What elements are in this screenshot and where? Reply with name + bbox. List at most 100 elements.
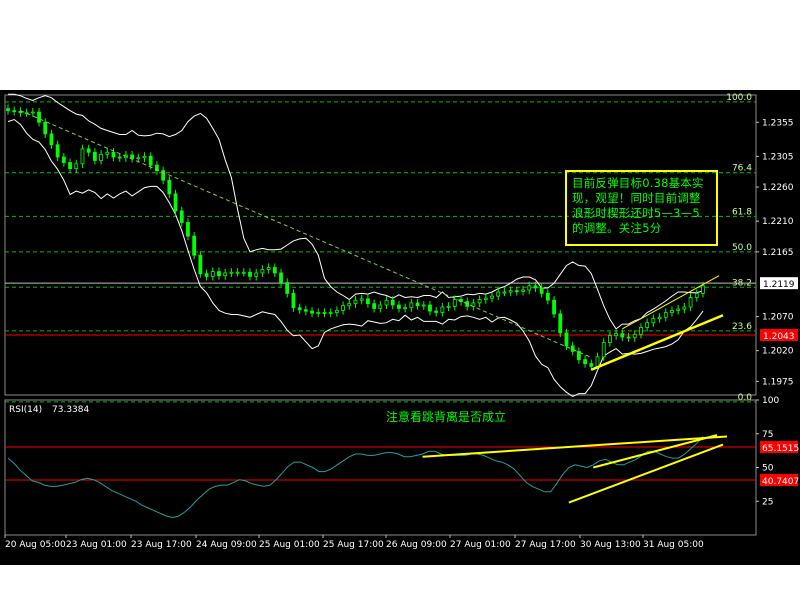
candle-body (601, 342, 606, 358)
candle-body (595, 356, 600, 367)
time-tick-label: 25 Aug 01:00 (259, 540, 320, 550)
candle-body (670, 310, 674, 313)
candle-body (403, 307, 408, 310)
candle-body (409, 302, 414, 309)
rsi-overbought-label: 65.1515 (762, 444, 799, 454)
candle-body (477, 299, 482, 304)
candle-body (446, 305, 451, 308)
price-tick-label: 1.2210 (762, 217, 794, 227)
candle-body (297, 307, 302, 311)
time-tick-label: 31 Aug 05:00 (643, 540, 704, 550)
candle-body (564, 332, 569, 347)
candle-body (421, 304, 426, 307)
candle-body (527, 285, 532, 291)
candle-body (415, 302, 420, 307)
candle-body (285, 282, 290, 294)
candle-body (37, 111, 41, 123)
candle-body (92, 151, 97, 161)
candle-body (61, 156, 66, 163)
candle-body (148, 155, 153, 166)
candle-body (533, 285, 538, 289)
candle-body (651, 318, 656, 324)
candle-body (639, 327, 643, 335)
rsi-tick-label: 50 (762, 464, 774, 474)
candle-body (12, 110, 17, 113)
candle-body (130, 154, 135, 159)
fib-level-label: 23.6 (732, 322, 752, 332)
candle-body (645, 322, 650, 328)
candle-body (173, 193, 178, 212)
candle-body (626, 336, 631, 339)
chart-canvas: 100.076.461.850.038.223.60.0 1.20431.211… (0, 90, 800, 565)
time-tick-label: 26 Aug 09:00 (386, 540, 447, 550)
price-tick-label: 1.2070 (762, 313, 794, 323)
fib-level-label: 0.0 (738, 393, 753, 403)
forecast-note: 目前反弹目标0.38基本实现，观望！同时目前调整浪形时楔形还时5—3—5的调整。… (565, 170, 718, 246)
candle-body (322, 312, 327, 314)
candle-body (117, 156, 122, 159)
candle-body (514, 290, 519, 293)
candle-body (359, 298, 364, 301)
candle-body (483, 297, 488, 300)
rsi-tick-label: 25 (762, 497, 773, 507)
candle-body (688, 297, 693, 308)
candle-body (266, 267, 271, 270)
candle-body (657, 316, 662, 320)
candle-body (248, 271, 252, 277)
candle-body (508, 290, 513, 293)
candle-body (167, 179, 172, 195)
candle-body (80, 148, 85, 165)
time-tick-label: 24 Aug 09:00 (196, 540, 257, 550)
candle-body (583, 359, 587, 365)
price-tick-label: 1.2260 (762, 183, 794, 193)
candle-body (366, 298, 370, 305)
candle-body (272, 267, 277, 274)
price-axis: 1.2043 1.2119 1.2355 1.2305 1.2260 1.2210 1.21… (756, 118, 798, 387)
candle-body (254, 272, 259, 277)
fib-level-label: 76.4 (732, 164, 752, 174)
time-tick-label: 23 Aug 17:00 (131, 540, 192, 550)
candle-body (316, 312, 321, 314)
candle-body (241, 271, 246, 274)
candle-body (142, 155, 147, 159)
candle-body (372, 303, 377, 309)
price-tick-label: 1.2305 (762, 152, 794, 162)
time-tick-label: 27 Aug 01:00 (450, 540, 511, 550)
candle-body (6, 108, 10, 112)
candle-body (620, 333, 625, 338)
candle-body (539, 287, 544, 294)
candle-body (570, 345, 575, 352)
candle-body (682, 306, 687, 310)
candle-body (279, 272, 283, 283)
price-tick-label: 1.2165 (762, 248, 794, 258)
rsi-tick-label: 75 (762, 430, 773, 440)
current-price-label: 1.2119 (763, 280, 795, 290)
candle-body (192, 235, 197, 256)
candle-body (179, 210, 184, 223)
time-tick-label: 25 Aug 17:00 (323, 540, 384, 550)
candle-body (210, 271, 215, 277)
candle-body (490, 295, 494, 299)
candle-body (223, 272, 228, 277)
candle-body (186, 222, 190, 237)
candle-body (353, 299, 358, 305)
time-tick-label: 27 Aug 17:00 (515, 540, 576, 550)
candle-body (136, 157, 141, 160)
candle-body (663, 312, 668, 318)
candle-body (291, 293, 296, 309)
candle-body (434, 310, 439, 313)
candle-body (30, 111, 35, 114)
candle-body (347, 303, 352, 307)
candle-body (614, 333, 619, 337)
candle-body (334, 310, 339, 313)
forex-chart: 100.0 76.4 61.8 50.0 38.2 23.6 0.0 1.2043 1.211… (0, 0, 800, 600)
candle-body (111, 151, 116, 158)
candle-body (552, 299, 556, 315)
candle-body (452, 299, 457, 307)
candle-body (608, 335, 612, 343)
candle-body (86, 148, 91, 153)
rsi-oversold-label: 40.7407 (762, 477, 799, 487)
rsi-divergence-note: 注意看跳背离是否成立 (386, 410, 507, 424)
fib-level-label: 50.0 (732, 243, 752, 253)
rsi-title: RSI(14) (9, 405, 42, 415)
